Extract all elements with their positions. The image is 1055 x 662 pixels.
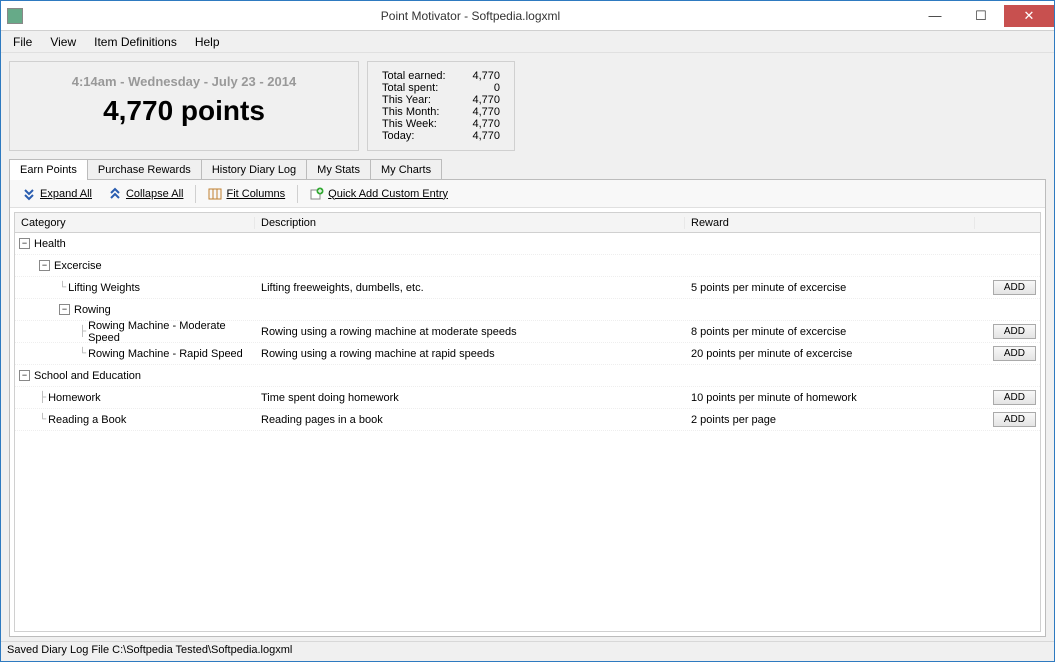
menu-item-definitions[interactable]: Item Definitions bbox=[86, 33, 185, 51]
quick-add-icon bbox=[310, 187, 324, 201]
tab-purchase-rewards[interactable]: Purchase Rewards bbox=[87, 159, 202, 180]
toolbar: Expand All Collapse All Fit Columns Quic… bbox=[10, 180, 1045, 208]
stats-panel: Total earned:4,770 Total spent:0 This Ye… bbox=[367, 61, 515, 151]
tab-earn-points[interactable]: Earn Points bbox=[9, 159, 88, 180]
item-row-homework[interactable]: ├Homework Time spent doing homework 10 p… bbox=[15, 387, 1040, 409]
add-button[interactable]: ADD bbox=[993, 280, 1036, 295]
tabs-area: Earn Points Purchase Rewards History Dia… bbox=[1, 159, 1054, 641]
column-description[interactable]: Description bbox=[255, 217, 685, 229]
column-category[interactable]: Category bbox=[15, 217, 255, 229]
menu-file[interactable]: File bbox=[5, 33, 40, 51]
grid-body: −Health −Excercise └Lifting Weights Lift… bbox=[15, 233, 1040, 631]
points-total: 4,770 points bbox=[24, 93, 344, 131]
datetime-label: 4:14am - Wednesday - July 23 - 2014 bbox=[24, 70, 344, 93]
collapse-icon[interactable]: − bbox=[19, 238, 30, 249]
item-row-rowing-moderate[interactable]: ├Rowing Machine - Moderate Speed Rowing … bbox=[15, 321, 1040, 343]
collapse-icon bbox=[108, 187, 122, 201]
collapse-all-button[interactable]: Collapse All bbox=[102, 185, 189, 203]
toolbar-separator bbox=[195, 185, 196, 203]
category-row-excercise[interactable]: −Excercise bbox=[15, 255, 1040, 277]
stat-this-year: This Year:4,770 bbox=[382, 94, 500, 106]
add-button[interactable]: ADD bbox=[993, 412, 1036, 427]
toolbar-separator bbox=[297, 185, 298, 203]
menu-help[interactable]: Help bbox=[187, 33, 228, 51]
fit-columns-icon bbox=[208, 187, 222, 201]
titlebar: Point Motivator - Softpedia.logxml — ☐ ✕ bbox=[1, 1, 1054, 31]
tab-my-charts[interactable]: My Charts bbox=[370, 159, 442, 180]
menubar: File View Item Definitions Help bbox=[1, 31, 1054, 53]
column-reward[interactable]: Reward bbox=[685, 217, 975, 229]
points-panel: 4:14am - Wednesday - July 23 - 2014 4,77… bbox=[9, 61, 359, 151]
expand-all-button[interactable]: Expand All bbox=[16, 185, 98, 203]
app-window: Point Motivator - Softpedia.logxml — ☐ ✕… bbox=[0, 0, 1055, 662]
close-button[interactable]: ✕ bbox=[1004, 5, 1054, 27]
category-row-health[interactable]: −Health bbox=[15, 233, 1040, 255]
category-row-school[interactable]: −School and Education bbox=[15, 365, 1040, 387]
stat-today: Today:4,770 bbox=[382, 130, 500, 142]
item-row-lifting-weights[interactable]: └Lifting Weights Lifting freeweights, du… bbox=[15, 277, 1040, 299]
maximize-button[interactable]: ☐ bbox=[958, 5, 1004, 27]
collapse-icon[interactable]: − bbox=[39, 260, 50, 271]
expand-icon bbox=[22, 187, 36, 201]
menu-view[interactable]: View bbox=[42, 33, 84, 51]
tab-history-diary-log[interactable]: History Diary Log bbox=[201, 159, 307, 180]
collapse-icon[interactable]: − bbox=[19, 370, 30, 381]
tab-strip: Earn Points Purchase Rewards History Dia… bbox=[9, 159, 1046, 180]
minimize-button[interactable]: — bbox=[912, 5, 958, 27]
collapse-icon[interactable]: − bbox=[59, 304, 70, 315]
window-controls: — ☐ ✕ bbox=[912, 5, 1054, 27]
item-row-reading[interactable]: └Reading a Book Reading pages in a book … bbox=[15, 409, 1040, 431]
stat-this-month: This Month:4,770 bbox=[382, 106, 500, 118]
item-row-rowing-rapid[interactable]: └Rowing Machine - Rapid Speed Rowing usi… bbox=[15, 343, 1040, 365]
stat-this-week: This Week:4,770 bbox=[382, 118, 500, 130]
category-row-rowing[interactable]: −Rowing bbox=[15, 299, 1040, 321]
statusbar: Saved Diary Log File C:\Softpedia Tested… bbox=[1, 641, 1054, 661]
points-grid: Category Description Reward −Health −Exc… bbox=[14, 212, 1041, 632]
grid-header: Category Description Reward bbox=[15, 213, 1040, 233]
add-button[interactable]: ADD bbox=[993, 324, 1036, 339]
tab-my-stats[interactable]: My Stats bbox=[306, 159, 371, 180]
window-title: Point Motivator - Softpedia.logxml bbox=[29, 9, 912, 23]
stat-total-spent: Total spent:0 bbox=[382, 82, 500, 94]
app-icon bbox=[7, 8, 23, 24]
tab-content: Expand All Collapse All Fit Columns Quic… bbox=[9, 179, 1046, 637]
add-button[interactable]: ADD bbox=[993, 390, 1036, 405]
fit-columns-button[interactable]: Fit Columns bbox=[202, 185, 291, 203]
top-panels: 4:14am - Wednesday - July 23 - 2014 4,77… bbox=[1, 53, 1054, 159]
add-button[interactable]: ADD bbox=[993, 346, 1036, 361]
stat-total-earned: Total earned:4,770 bbox=[382, 70, 500, 82]
quick-add-button[interactable]: Quick Add Custom Entry bbox=[304, 185, 454, 203]
